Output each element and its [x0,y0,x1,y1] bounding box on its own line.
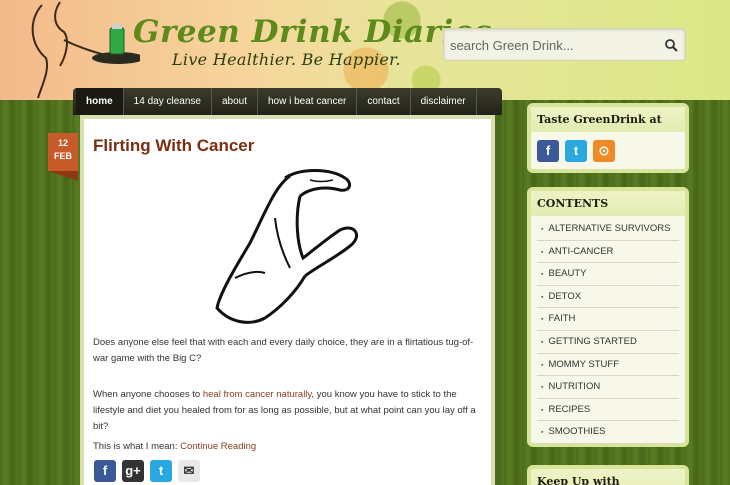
twitter-icon[interactable]: t [565,140,587,162]
post-title[interactable]: Flirting With Cancer [93,136,254,156]
post-paragraph-3: This is what I mean: Continue Reading [93,439,478,455]
taste-widget-title: Taste GreenDrink at [531,107,685,132]
search-input[interactable] [450,35,655,55]
heal-from-cancer-link[interactable]: heal from cancer naturally [203,389,312,400]
site-header: Green Drink Diaries Live Healthier. Be H… [0,0,730,100]
category-smoothies[interactable]: SMOOTHIES [537,421,679,444]
post-date-badge: 12 FEB [48,133,78,181]
keep-up-widget: Keep Up with GreenDrink! [527,465,689,485]
category-mommy-stuff[interactable]: MOMMY STUFF [537,354,679,377]
category-faith[interactable]: FAITH [537,308,679,331]
nav-disclaimer[interactable]: disclaimer [411,88,477,115]
hand-c-sign-illustration [215,169,358,324]
contents-widget-title: CONTENTS [531,191,685,216]
main-nav: home 14 day cleanse about how i beat can… [73,88,502,115]
nav-contact[interactable]: contact [357,88,411,115]
post-paragraph-2-start: When anyone chooses to [93,389,201,400]
social-icons: f t ⊙ [531,132,685,170]
taste-greendrink-widget: Taste GreenDrink at f t ⊙ [527,103,689,173]
google-plus-share-icon[interactable]: g+ [122,460,144,482]
category-beauty[interactable]: BEAUTY [537,263,679,286]
post-paragraph-1: Does anyone else feel that with each and… [93,337,474,364]
site-title[interactable]: Green Drink Diaries [133,14,492,50]
category-getting-started[interactable]: GETTING STARTED [537,331,679,354]
nav-about[interactable]: about [212,88,258,115]
post-paragraph-3-text: This is what I mean: [93,441,178,452]
twitter-share-icon[interactable]: t [150,460,172,482]
category-alternative-survivors[interactable]: ALTERNATIVE SURVIVORS [537,218,679,241]
nav-home[interactable]: home [76,88,124,115]
continue-reading-link[interactable]: Continue Reading [180,441,256,452]
rss-icon[interactable]: ⊙ [593,140,615,162]
nav-14-day-cleanse[interactable]: 14 day cleanse [124,88,212,115]
facebook-icon[interactable]: f [537,140,559,162]
logo-figure-icon [31,1,140,99]
post-paragraph-2: When anyone chooses to heal from cancer … [93,387,478,435]
post-date-month: FEB [54,151,72,161]
post-date-day: 12 [57,138,68,148]
search-icon[interactable] [663,37,679,53]
email-share-icon[interactable]: ✉ [178,460,200,482]
category-list: ALTERNATIVE SURVIVORS ANTI-CANCER BEAUTY… [531,216,685,446]
search-box [443,28,686,61]
facebook-share-icon[interactable]: f [94,460,116,482]
category-anti-cancer[interactable]: ANTI-CANCER [537,241,679,264]
site-tagline: Live Healthier. Be Happier. [172,50,401,69]
category-recipes[interactable]: RECIPES [537,399,679,422]
contents-widget: CONTENTS ALTERNATIVE SURVIVORS ANTI-CANC… [527,187,689,447]
nav-how-i-beat-cancer[interactable]: how i beat cancer [258,88,358,115]
keep-up-widget-title: Keep Up with GreenDrink! [531,469,685,485]
share-icons: f g+ t ✉ [94,460,200,482]
category-detox[interactable]: DETOX [537,286,679,309]
category-nutrition[interactable]: NUTRITION [537,376,679,399]
